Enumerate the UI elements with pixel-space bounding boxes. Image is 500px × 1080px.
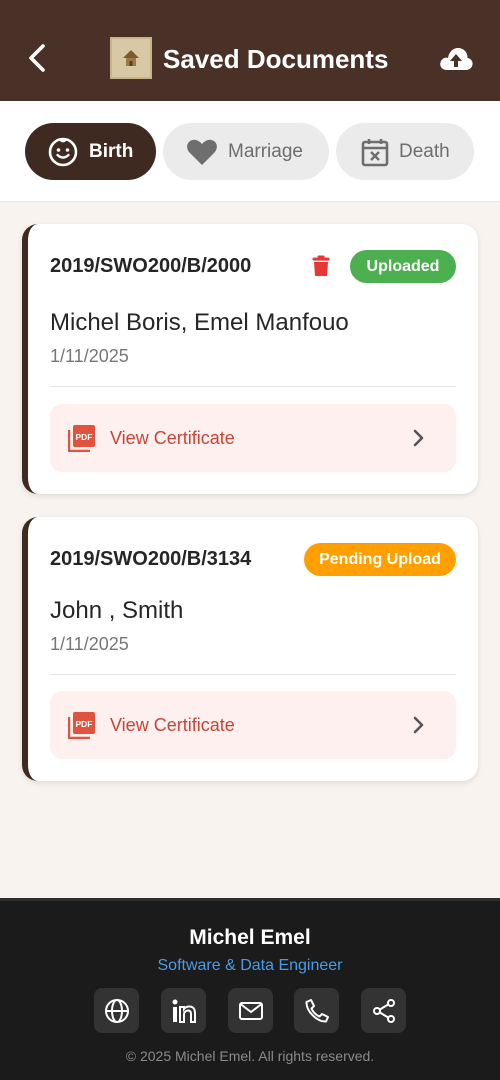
tab-death[interactable]: Death — [336, 123, 474, 180]
tab-marriage[interactable]: Marriage — [163, 123, 329, 180]
document-date: 1/11/2025 — [50, 346, 129, 366]
linkedin-icon — [172, 999, 196, 1023]
upload-button[interactable] — [436, 42, 476, 76]
document-card: 2019/SWO200/B/3134 Pending Upload John ,… — [22, 517, 478, 781]
share-icon — [372, 998, 395, 1023]
view-certificate-label: View Certificate — [110, 715, 235, 735]
registration-number: 2019/SWO200/B/2000 — [50, 255, 252, 277]
chevron-right-icon — [413, 716, 424, 734]
cloud-upload-icon — [440, 48, 473, 70]
app-bar: Saved Documents — [0, 0, 500, 101]
divider — [50, 674, 456, 675]
heart-icon — [187, 139, 217, 165]
back-button[interactable] — [22, 40, 52, 76]
status-badge: Uploaded — [350, 250, 456, 283]
globe-icon — [104, 998, 129, 1023]
pdf-file-icon: PDF — [68, 425, 95, 452]
chevron-right-icon — [413, 429, 424, 447]
phone-icon — [305, 998, 329, 1022]
document-date: 1/11/2025 — [50, 634, 129, 654]
developer-role: Software & Data Engineer — [157, 957, 343, 974]
tab-marriage-label: Marriage — [228, 140, 303, 162]
developer-name: Michel Emel — [189, 926, 311, 949]
page-title: Saved Documents — [163, 44, 389, 74]
tab-death-label: Death — [399, 140, 450, 162]
website-link[interactable] — [94, 988, 139, 1033]
document-type-tabs: Birth Marriage Death — [0, 101, 500, 202]
document-card: 2019/SWO200/B/2000 Uploaded Michel Boris… — [22, 224, 478, 494]
footer: Michel Emel Software & Data Engineer © 2… — [0, 898, 500, 1080]
arrow-left-icon — [29, 44, 45, 72]
linkedin-link[interactable] — [161, 988, 206, 1033]
view-certificate-label: View Certificate — [110, 428, 235, 448]
email-link[interactable] — [228, 988, 273, 1033]
registration-number: 2019/SWO200/B/3134 — [50, 548, 252, 570]
divider — [50, 386, 456, 387]
share-button[interactable] — [361, 988, 406, 1033]
view-certificate-button[interactable]: PDF View Certificate — [50, 404, 456, 472]
tab-birth-label: Birth — [89, 140, 134, 162]
view-certificate-button[interactable]: PDF View Certificate — [50, 691, 456, 759]
trash-icon — [312, 255, 330, 276]
svg-text:PDF: PDF — [76, 432, 93, 442]
mail-icon — [238, 1001, 263, 1020]
phone-link[interactable] — [294, 988, 339, 1033]
delete-button[interactable] — [312, 255, 330, 282]
copyright-text: © 2025 Michel Emel. All rights reserved. — [125, 1048, 375, 1064]
baby-face-icon — [48, 137, 78, 166]
tab-birth[interactable]: Birth — [25, 123, 156, 180]
person-name: John , Smith — [50, 597, 184, 624]
svg-text:PDF: PDF — [76, 719, 93, 729]
app-logo — [110, 37, 152, 79]
pdf-file-icon: PDF — [68, 712, 95, 739]
person-name: Michel Boris, Emel Manfouo — [50, 309, 349, 336]
calendar-x-icon — [361, 138, 389, 166]
house-logo-icon — [123, 50, 139, 66]
status-badge: Pending Upload — [304, 543, 456, 576]
